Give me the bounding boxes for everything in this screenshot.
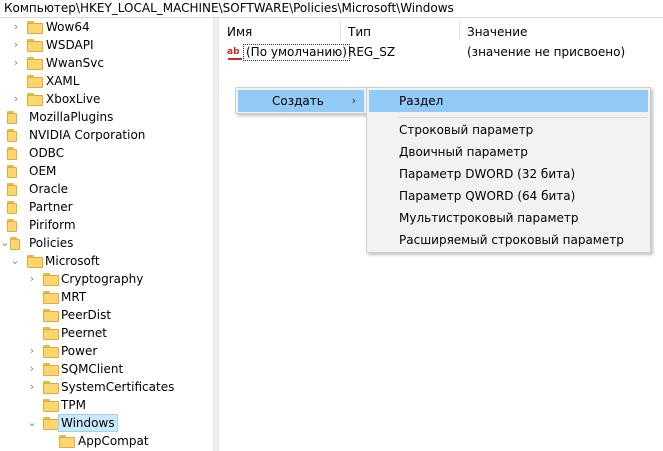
menu-item-label: Мультистроковый параметр	[399, 211, 579, 225]
tree-item-label: PeerDist	[61, 308, 112, 322]
folder-icon	[43, 417, 59, 430]
column-header-name[interactable]: Имя	[227, 23, 252, 41]
column-divider[interactable]	[459, 20, 460, 40]
folder-icon	[27, 255, 43, 268]
menu-item-label: Расширяемый строковый параметр	[399, 233, 624, 247]
value-row-name[interactable]: ab (По умолчанию)	[227, 43, 350, 61]
chevron-right-icon[interactable]: ›	[26, 270, 38, 288]
folder-icon	[7, 129, 23, 142]
submenu-arrow-icon: ›	[351, 94, 356, 107]
folder-icon	[27, 75, 43, 88]
tree-item-label: Wow64	[46, 20, 90, 34]
tree-item-label: SQMClient	[61, 362, 124, 376]
menu-item-qword-value[interactable]: Параметр QWORD (64 бита)	[369, 185, 648, 207]
folder-icon	[43, 363, 59, 376]
folder-icon	[43, 273, 59, 286]
tree-item-label: Oracle	[29, 182, 69, 196]
menu-item-string-value[interactable]: Строковый параметр	[369, 119, 648, 141]
menu-item-label: Создать	[272, 94, 324, 108]
folder-icon	[43, 381, 59, 394]
menu-separator	[397, 117, 646, 118]
folder-icon	[59, 435, 75, 448]
menu-item-label: Строковый параметр	[399, 123, 534, 137]
menu-item-dword-value[interactable]: Параметр DWORD (32 бита)	[369, 163, 648, 185]
menu-item-section[interactable]: Раздел	[369, 90, 648, 112]
folder-icon	[27, 93, 43, 106]
column-header-value[interactable]: Значение	[467, 23, 527, 41]
tree-item-label: ODBC	[29, 146, 65, 160]
chevron-down-icon[interactable]: ⌄	[9, 252, 21, 270]
tree-item-label: MozillaPlugins	[29, 110, 114, 124]
tree-item-label: Piriform	[29, 218, 76, 232]
tree-item-label: OEM	[29, 164, 57, 178]
tree-item-label: WwanSvc	[46, 56, 104, 70]
folder-icon	[27, 57, 43, 70]
tree-item-label: Partner	[29, 200, 73, 214]
menu-item-create[interactable]: Создать ›	[238, 90, 364, 112]
column-divider[interactable]	[340, 20, 341, 40]
tree-item-label: Windows	[58, 414, 118, 432]
menu-item-multistring-value[interactable]: Мультистроковый параметр	[369, 207, 648, 229]
menu-item-binary-value[interactable]: Двоичный параметр	[369, 141, 648, 163]
menu-item-label: Параметр QWORD (64 бита)	[399, 189, 576, 203]
tree-item-label: Microsoft	[45, 254, 100, 268]
folder-icon	[7, 201, 23, 214]
folder-icon	[7, 183, 23, 196]
value-row-data: (значение не присвоено)	[467, 45, 626, 59]
chevron-right-icon[interactable]: ›	[10, 18, 22, 36]
create-submenu[interactable]: Раздел Строковый параметр Двоичный парам…	[366, 87, 651, 253]
folder-icon	[43, 291, 59, 304]
menu-item-expandable-string-value[interactable]: Расширяемый строковый параметр	[369, 229, 648, 251]
folder-icon	[7, 111, 23, 124]
tree-item-label: XAML	[46, 74, 80, 88]
value-row-type: REG_SZ	[348, 45, 396, 59]
tree-item-label: Policies	[29, 236, 74, 250]
tree-item-label: TPM	[61, 398, 86, 412]
tree-item-label: SystemCertificates	[61, 380, 175, 394]
folder-icon	[27, 21, 43, 34]
folder-icon	[7, 147, 23, 160]
chevron-right-icon[interactable]: ›	[10, 90, 22, 108]
chevron-right-icon[interactable]: ›	[26, 342, 38, 360]
menu-item-label: Параметр DWORD (32 бита)	[399, 167, 576, 181]
tree-item-label: Peernet	[61, 326, 107, 340]
folder-icon	[43, 345, 59, 358]
folder-icon	[7, 219, 23, 232]
folder-icon	[43, 327, 59, 340]
chevron-right-icon[interactable]: ›	[26, 360, 38, 378]
chevron-right-icon[interactable]: ›	[10, 36, 22, 54]
context-menu[interactable]: Создать ›	[235, 87, 367, 114]
tree-item-label: Cryptography	[61, 272, 144, 286]
tree-item-label: NVIDIA Corporation	[29, 128, 146, 142]
value-name: (По умолчанию)	[243, 44, 350, 61]
folder-icon	[10, 237, 26, 250]
tree-item-label: Power	[61, 344, 98, 358]
folder-icon	[43, 399, 59, 412]
chevron-right-icon[interactable]: ›	[10, 54, 22, 72]
menu-item-label: Двоичный параметр	[399, 145, 528, 159]
folder-icon	[43, 309, 59, 322]
registry-tree[interactable]: › Wow64 › WSDAPI › WwanSvc XAML › XboxLi…	[0, 18, 213, 451]
menu-item-label: Раздел	[399, 94, 444, 108]
folder-icon	[27, 39, 43, 52]
string-value-icon: ab	[227, 46, 243, 60]
address-bar[interactable]: Компьютер\HKEY_LOCAL_MACHINE\SOFTWARE\Po…	[0, 0, 663, 18]
tree-item-label: AppCompat	[78, 434, 149, 448]
chevron-down-icon[interactable]: ⌄	[26, 414, 38, 432]
tree-item-label: XboxLive	[46, 92, 101, 106]
folder-icon	[7, 165, 23, 178]
column-header-type[interactable]: Тип	[348, 23, 371, 41]
tree-item-label: WSDAPI	[46, 38, 94, 52]
tree-item-label: MRT	[61, 290, 87, 304]
chevron-right-icon[interactable]: ›	[26, 378, 38, 396]
